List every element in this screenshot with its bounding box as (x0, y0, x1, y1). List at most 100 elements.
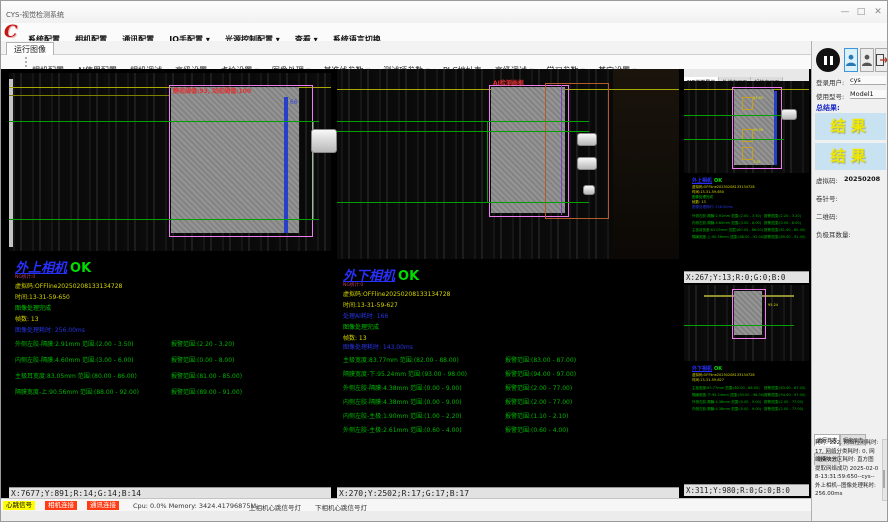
model-label: 使用型号: (816, 91, 844, 101)
mid-camera-image[interactable]: AI检测画框 (337, 69, 679, 259)
app-window: CYS-视觉检测系统 — □ ✕ C 系统配置 相机配置 通讯配置 IO手配置 … (0, 0, 888, 522)
left-threshold-overlay: 静态阈值:93, 动态阈值:100 (173, 86, 251, 95)
left-measure-row: 内侧左胶-隔膜:4.60mm 范围:(3.00 - 6.00) (15, 355, 134, 364)
left-measure-row: 主极耳宽度:83.05mm 范围:(80.00 - 86.00) (15, 371, 137, 380)
window-title: CYS-视觉检测系统 (6, 10, 64, 20)
thumb1-row: 内侧左胶-隔膜:4.60mm 范围:(3.00 - 6.00) (692, 221, 761, 226)
mid-measure-row: 隔膜宽度-下:95.24mm 范围:(93.00 - 98.00) (343, 369, 467, 378)
left-edge-marker (284, 97, 288, 233)
thumb1-elapsed: 图像处理耗时: 256.00ms (692, 205, 733, 210)
model-value[interactable]: Model1 (850, 90, 886, 99)
left-measure-row: 隔膜宽度-上:90.56mm 范围:(88.00 - 92.00) (15, 387, 139, 396)
left-alarm-row: 报警范围:(81.00 - 85.00) (171, 371, 242, 380)
mid-elapsed: 图像处理耗时: 143.00ms (343, 342, 413, 351)
result-box-upper: 结果 (815, 113, 886, 140)
mid-bright-blob (577, 133, 597, 146)
mid-process-done: 图像处理完成 (343, 322, 379, 331)
thumb1-row: 报警范围:(0.00 - 8.00) (764, 221, 801, 226)
user-manage-button[interactable] (860, 48, 874, 72)
user-login-button[interactable] (844, 48, 858, 72)
mid-frame-count: 帧数: 13 (343, 333, 367, 342)
mid-bright-blob (583, 185, 595, 195)
left-frame-count: 帧数: 13 (15, 314, 39, 323)
thumb1-title: 外上相机OK (692, 177, 722, 184)
virtual-code-value: 20250208 (844, 175, 880, 183)
logout-button[interactable] (875, 48, 888, 72)
mid-alarm-row: 报警范围:(83.00 - 87.00) (505, 355, 576, 364)
thumb1-coords-bar: X:267;Y:13;R:0;G:0;B:0 (684, 271, 809, 283)
exit-door-icon (876, 54, 888, 66)
thumb2-row: 报警范围:(83.00 - 87.00) (764, 386, 805, 391)
thumb1-row: 报警范围:(89.00 - 91.00) (764, 235, 805, 240)
log-scrollbar-thumb[interactable] (883, 470, 885, 488)
qr-code-label: 二维码: (816, 211, 838, 221)
thumb1-row: 主极耳宽度:83.05mm 范围:(80.00 - 86.00) (692, 228, 763, 233)
minimize-button[interactable]: — (837, 7, 853, 17)
left-tab-connector-object (311, 129, 337, 153)
mid-ai-elapsed: 处理AI耗时: 166 (343, 311, 388, 320)
thumb1-row: 报警范围:(81.00 - 85.00) (764, 228, 805, 233)
mid-purple-marker (561, 85, 562, 215)
thumb1-annotation: 90.56 (753, 128, 763, 132)
total-result-label: 总结果: (816, 103, 840, 113)
mid-alarm-row: 报警范围:(94.00 - 97.00) (505, 369, 576, 378)
thumb1-connector-object (781, 109, 797, 120)
thumb2-title: 外下相机OK (692, 365, 722, 372)
tool-bar: 相机配置 AI使用配置 相机调试 高级设置 点检设置 ▾ 图像处理 ▾ 基准线参… (1, 55, 888, 70)
mid-ai-rect (545, 83, 609, 219)
thumb1-row: 隔膜宽度-上:90.56mm 范围:(88.00 - 92.00) (692, 235, 764, 240)
comm-connect-badge: 通讯连接 (87, 501, 119, 510)
thumbnail-column: NG画面显示外线内画面起拍内画面 83.05 90.56 2.91 外上相机OK (684, 69, 809, 498)
log-scrollbar[interactable] (882, 439, 888, 501)
roll-number-label: 卷针号: (816, 193, 838, 203)
mid-measure-row: 外侧左胶-隔膜:4.38mm 范围:(0.00 - 9.00) (343, 383, 462, 392)
left-camera-status: OK (70, 261, 91, 276)
thumb1-marker-box (742, 97, 753, 110)
camera-connect-badge: 相机连接 (45, 501, 77, 510)
left-process-done: 图像处理完成 (15, 303, 51, 312)
thumb2-image[interactable]: 95.24 (684, 285, 809, 361)
tab-strip: 运行图像 (1, 41, 888, 55)
pause-button[interactable] (816, 48, 840, 72)
mid-measure-row: 主极宽度:83.77mm 范围:(82.00 - 88.00) (343, 355, 459, 364)
close-button[interactable]: ✕ (870, 7, 886, 17)
thumb2-row: 报警范围:(94.00 - 97.00) (764, 393, 805, 398)
thumb2-roi-rect (732, 289, 766, 339)
main-view: 静态阈值:93, 动态阈值:100 66 外上相机OK NG统计:0 虚拟码:O… (1, 69, 811, 498)
thumb1-image[interactable]: 83.05 90.56 2.91 (684, 81, 809, 173)
virtual-code-label: 虚拟码: (816, 175, 838, 185)
mid-alarm-row: 报警范围:(2.00 - 77.00) (505, 397, 572, 406)
thumb2-row: 报警范围:(2.00 - 77.00) (764, 400, 803, 405)
left-camera-subinfo: NG统计:0 (15, 274, 35, 280)
left-camera-image[interactable]: 静态阈值:93, 动态阈值:100 66 (9, 73, 331, 251)
left-virtual-code: 虚拟码:OFFline20250208133134728 (15, 281, 122, 290)
thumb2-annotation: 95.24 (768, 303, 778, 307)
login-user-value[interactable]: cys (850, 76, 886, 85)
cpu-memory-text: Cpu: 0.0% Memory: 3424.41796875M (133, 502, 256, 510)
mid-measure-row: 内侧左胶-主极:1.90mm 范围:(1.00 - 2.20) (343, 411, 462, 420)
thumb2-row: 内侧左胶-隔膜:4.38mm 范围:(0.00 - 9.00) (692, 407, 761, 412)
thumb2-row: 外侧左胶-隔膜:4.38mm 范围:(0.00 - 9.00) (692, 400, 761, 405)
mid-measure-row: 内侧左胶-隔膜:4.38mm 范围:(0.00 - 9.00) (343, 397, 462, 406)
mid-time: 时间:13-31-59-627 (343, 300, 398, 309)
mid-bright-blob (577, 157, 597, 170)
left-image-edge-strip (9, 79, 13, 247)
left-alarm-row: 报警范围:(2.20 - 3.20) (171, 339, 234, 348)
app-logo-icon: C (4, 22, 18, 42)
toolbar-grip-handle[interactable] (25, 57, 29, 67)
mid-alarm-row: 报警范围:(2.00 - 77.00) (505, 383, 572, 392)
log-text: 耗时: 222, 网络检测耗时: 17, 网络分类耗时: 0, 网络模块分区耗时… (815, 439, 879, 499)
pause-icon (824, 56, 827, 65)
result-box-lower: 结果 (815, 143, 886, 170)
maximize-button[interactable]: □ (853, 7, 869, 17)
menu-bar: 系统配置 相机配置 通讯配置 IO手配置 ▾ 光源控制配置 ▾ 查看 ▾ 系统语… (1, 23, 888, 41)
thumb1-annotation: 2.91 (753, 160, 761, 164)
heartbeat-status-badge: 心跳信号 (3, 501, 35, 510)
thumb2-row: 隔膜宽度-下:95.24mm 范围:(93.00 - 98.00) (692, 393, 764, 398)
thumb2-time: 时间:13-31-59-627 (692, 378, 724, 383)
bottom-strip (1, 511, 811, 522)
control-panel: 登录用户: cys 使用型号: Model1 总结果: 结果 结果 虚拟码: 2… (811, 41, 888, 522)
mid-ai-label: AI检测画框 (493, 78, 524, 87)
left-time: 时间:13-31-59-650 (15, 292, 70, 301)
left-alarm-row: 报警范围:(89.00 - 91.00) (171, 387, 242, 396)
